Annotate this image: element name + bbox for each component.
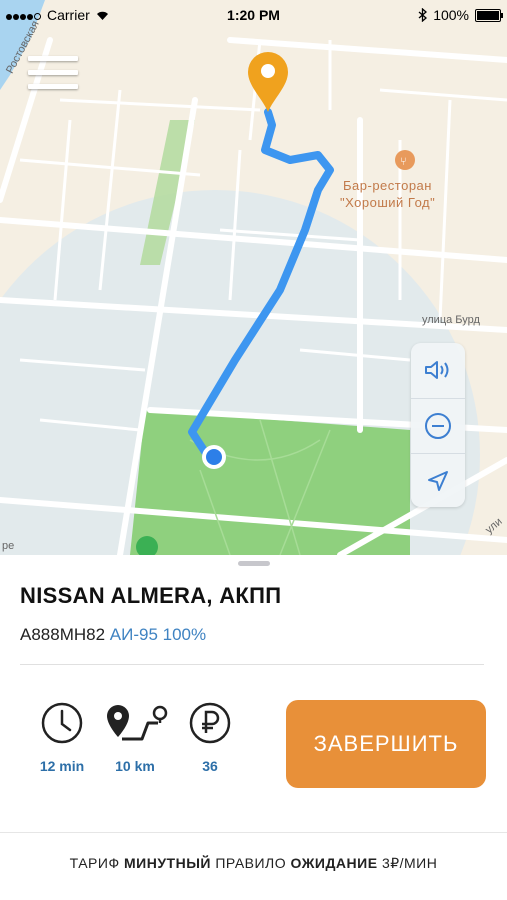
car-details: А888МН82 АИ-95 100% [20, 625, 206, 645]
clock-icon [41, 702, 83, 744]
svg-text:⑂: ⑂ [400, 155, 407, 168]
sound-button[interactable] [411, 343, 465, 397]
poi-name-line1: Бар-ресторан [343, 178, 432, 193]
menu-icon-bar [28, 70, 78, 75]
stat-time: 12 min [27, 701, 97, 774]
status-bar: Carrier 1:20 PM 100% [0, 0, 507, 30]
bluetooth-icon [418, 8, 428, 22]
speaker-icon [425, 361, 449, 379]
divider [0, 832, 507, 833]
rule-value: ОЖИДАНИЕ [290, 855, 378, 871]
stat-distance: 10 km [100, 701, 170, 774]
stat-price-value: 36 [202, 758, 218, 774]
locate-button[interactable] [411, 453, 465, 508]
ruble-icon [189, 702, 231, 744]
stat-price: 36 [175, 701, 245, 774]
stat-distance-value: 10 km [115, 758, 155, 774]
license-plate: А888МН82 [20, 625, 106, 644]
sheet-handle[interactable] [238, 561, 270, 566]
tariff-value: МИНУТНЫЙ [123, 855, 211, 871]
menu-button[interactable] [28, 52, 78, 94]
battery-icon [475, 8, 503, 22]
finish-button[interactable]: ЗАВЕРШИТЬ [286, 700, 486, 788]
route-icon [107, 705, 168, 741]
car-info-sheet: NISSAN ALMERA, АКПП А888МН82 АИ-95 100% … [0, 555, 507, 900]
fuel-info: АИ-95 100% [109, 625, 207, 644]
street-label-burd: улица Бурд [422, 314, 480, 326]
menu-icon [28, 56, 78, 61]
zoom-out-button[interactable] [411, 398, 465, 453]
car-title: NISSAN ALMERA, АКПП [20, 583, 282, 608]
menu-icon-bar [28, 84, 78, 89]
tariff-label: ТАРИФ [69, 855, 120, 871]
poi-name-line2: "Хороший Год" [340, 195, 436, 210]
tariff-info: ТАРИФ МИНУТНЫЙ ПРАВИЛО ОЖИДАНИЕ 3₽/МИН [0, 855, 507, 872]
battery-percent: 100% [433, 7, 469, 23]
rate-value: 3₽/МИН [381, 855, 438, 871]
location-arrow-icon [428, 471, 448, 491]
street-label-fragment: ре [2, 540, 15, 552]
minus-circle-icon [425, 413, 451, 439]
divider [20, 664, 484, 665]
map-controls [411, 343, 465, 507]
stat-time-value: 12 min [39, 758, 85, 774]
rule-label: ПРАВИЛО [215, 855, 287, 871]
